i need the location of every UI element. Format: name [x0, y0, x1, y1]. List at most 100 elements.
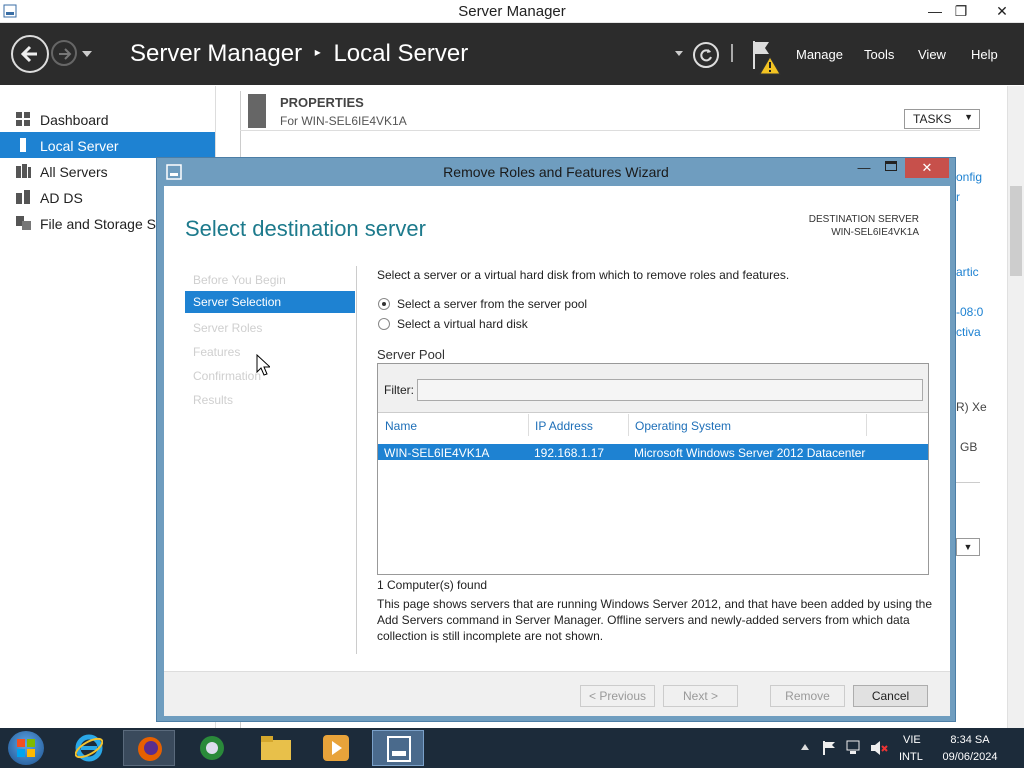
clock-date[interactable]: 09/06/2024	[936, 751, 1004, 763]
dialog-client-area: Select destination server DESTINATION SE…	[164, 186, 950, 716]
local-server-icon	[20, 138, 26, 152]
volume-muted-icon[interactable]	[870, 740, 888, 756]
taskbar-media-player[interactable]	[310, 730, 362, 766]
notifications-flag-icon[interactable]	[750, 39, 784, 75]
chevron-down-icon[interactable]: ▼	[956, 538, 980, 556]
next-button[interactable]: Next >	[663, 685, 738, 707]
scrollbar-thumb[interactable]	[1010, 186, 1022, 276]
dialog-minimize-button[interactable]: —	[857, 160, 871, 175]
dashboard-icon	[16, 112, 30, 126]
minimize-button[interactable]: —	[922, 1, 948, 21]
breadcrumb-separator-icon: ▸	[314, 45, 321, 59]
row-ip: 192.168.1.17	[534, 446, 605, 460]
taskbar-firefox[interactable]	[123, 730, 175, 766]
show-hidden-icons-icon[interactable]	[801, 744, 809, 750]
properties-peek-link[interactable]: artic	[956, 265, 979, 279]
previous-button[interactable]: < Previous	[580, 685, 655, 707]
remove-button[interactable]: Remove	[770, 685, 845, 707]
history-dropdown-icon[interactable]	[82, 51, 92, 57]
column-header-ip[interactable]: IP Address	[535, 419, 593, 433]
clock-time[interactable]: 8:34 SA	[940, 734, 1000, 746]
properties-subheading: For WIN-SEL6IE4VK1A	[280, 114, 407, 128]
server-pool-label: Server Pool	[377, 347, 445, 362]
input-language[interactable]: VIE	[903, 734, 921, 746]
breadcrumb-root[interactable]: Server Manager	[130, 40, 302, 67]
nav-item-label: File and Storage Se	[40, 216, 164, 232]
dialog-button-bar: < Previous Next > Remove Cancel	[164, 671, 950, 716]
server-manager-icon	[387, 736, 411, 762]
column-divider	[628, 414, 629, 436]
forward-button[interactable]	[51, 40, 77, 66]
step-confirmation: Confirmation	[193, 369, 262, 383]
breadcrumb: Server Manager ▸ Local Server	[130, 40, 468, 68]
nav-item-local-server[interactable]: Local Server	[0, 132, 215, 158]
tasks-label: TASKS	[913, 112, 952, 126]
intro-text: Select a server or a virtual hard disk f…	[377, 268, 790, 282]
column-divider	[866, 414, 867, 436]
restore-button[interactable]: ❐	[948, 1, 974, 21]
pool-note: This page shows servers that are running…	[377, 597, 933, 643]
refresh-button[interactable]	[693, 42, 719, 68]
taskbar-server-manager[interactable]	[372, 730, 424, 766]
step-results: Results	[193, 393, 234, 407]
header-divider	[731, 44, 733, 62]
back-arrow-icon	[20, 45, 37, 63]
window-title: Server Manager	[458, 3, 566, 20]
chevron-down-icon: ▼	[964, 112, 973, 122]
taskbar-network-tool[interactable]	[186, 730, 238, 766]
table-row[interactable]: WIN-SEL6IE4VK1A 192.168.1.17 Microsoft W…	[378, 444, 928, 460]
radio-virtual-disk-label[interactable]: Select a virtual hard disk	[397, 317, 528, 331]
destination-server-value: WIN-SEL6IE4VK1A	[831, 227, 919, 238]
keyboard-layout[interactable]: INTL	[899, 751, 923, 763]
row-os: Microsoft Windows Server 2012 Datacenter	[634, 446, 866, 460]
server-tile-icon	[248, 94, 266, 128]
nav-item-dashboard[interactable]: Dashboard	[0, 106, 215, 132]
properties-peek-link[interactable]: onfig	[956, 170, 982, 184]
filter-input[interactable]	[417, 379, 923, 401]
step-server-roles: Server Roles	[193, 321, 263, 335]
server-manager-header: Server Manager ▸ Local Server Manage Too…	[0, 23, 1024, 85]
tasks-dropdown[interactable]: TASKS ▼	[904, 109, 980, 129]
properties-peek-text: R) Xe	[956, 400, 987, 414]
dialog-close-button[interactable]: ✕	[905, 158, 949, 178]
step-server-selection[interactable]: Server Selection	[185, 291, 355, 313]
menu-tools[interactable]: Tools	[864, 47, 894, 62]
menu-manage[interactable]: Manage	[796, 47, 843, 62]
taskbar-file-explorer[interactable]	[249, 730, 301, 766]
filter-label: Filter:	[384, 383, 414, 397]
properties-peek-link[interactable]: -08:0	[956, 305, 983, 319]
start-button[interactable]	[8, 731, 44, 765]
window-title-bar: Server Manager — ❐ ✕	[0, 0, 1024, 23]
close-button[interactable]: ✕	[986, 1, 1018, 21]
forward-arrow-icon	[59, 48, 72, 60]
action-center-flag-icon[interactable]	[822, 740, 838, 756]
menu-view[interactable]: View	[918, 47, 946, 62]
column-header-name[interactable]: Name	[385, 419, 417, 433]
network-globe-icon	[200, 736, 224, 760]
nav-item-label: Dashboard	[40, 112, 109, 128]
vertical-scrollbar[interactable]	[1007, 86, 1024, 728]
properties-peek-text: GB	[960, 440, 978, 454]
radio-server-pool[interactable]	[378, 298, 390, 310]
all-servers-icon	[16, 164, 31, 178]
network-icon[interactable]	[846, 740, 864, 756]
file-storage-icon	[16, 216, 31, 230]
remove-roles-wizard-dialog: Remove Roles and Features Wizard — ✕ Sel…	[156, 157, 956, 722]
media-player-icon	[323, 735, 349, 761]
taskbar-internet-explorer[interactable]	[62, 730, 114, 766]
back-button[interactable]	[11, 35, 49, 73]
properties-peek-link[interactable]: r	[956, 190, 960, 204]
menu-help[interactable]: Help	[971, 47, 998, 62]
radio-server-pool-label[interactable]: Select a server from the server pool	[397, 297, 587, 311]
properties-peek-link[interactable]: ctiva	[956, 325, 981, 339]
windows-logo-icon	[17, 739, 35, 757]
refresh-dropdown-icon[interactable]	[675, 51, 683, 56]
row-name: WIN-SEL6IE4VK1A	[384, 446, 490, 460]
breadcrumb-leaf: Local Server	[333, 40, 469, 67]
cancel-button[interactable]: Cancel	[853, 685, 928, 707]
radio-virtual-disk[interactable]	[378, 318, 390, 330]
column-header-os[interactable]: Operating System	[635, 419, 731, 433]
nav-item-label: AD DS	[40, 190, 83, 206]
step-before-you-begin: Before You Begin	[193, 273, 286, 287]
dialog-maximize-button[interactable]	[885, 161, 897, 171]
